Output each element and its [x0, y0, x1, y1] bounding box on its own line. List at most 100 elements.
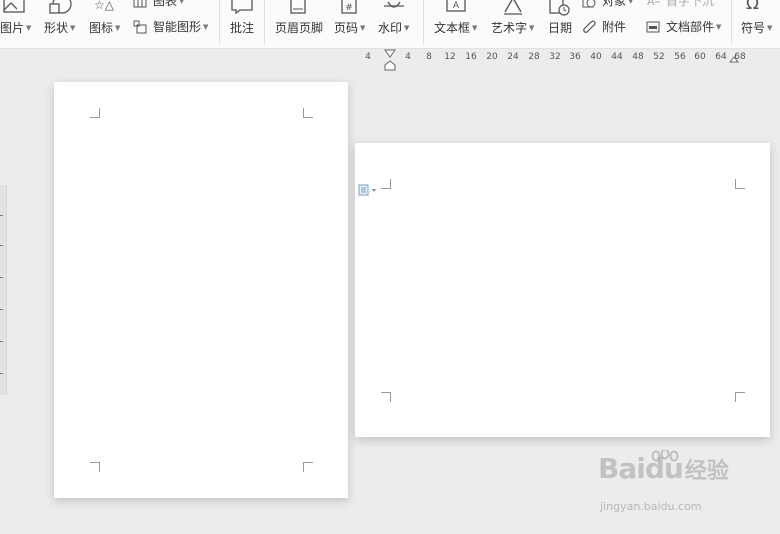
margin-corner-mark: [735, 392, 745, 402]
watermark-button[interactable]: 水印 ▼: [378, 19, 409, 36]
chevron-down-icon: ▼: [472, 23, 478, 32]
drop-cap-icon: A: [647, 0, 660, 8]
divider: [264, 0, 265, 44]
wordart-label: 艺术字: [491, 21, 528, 35]
ruler-tick-label: 60: [694, 52, 706, 62]
divider: [219, 0, 220, 44]
chevron-down-icon: ▼: [70, 23, 76, 32]
wordart-icon: [504, 0, 522, 15]
watermark-label: 水印: [378, 21, 403, 35]
textbox-icon: A: [446, 0, 466, 12]
header-footer-icon: [290, 0, 306, 14]
picture-icon: [3, 0, 25, 13]
indent-marker-icon[interactable]: [384, 49, 396, 71]
object-icon: [582, 0, 596, 7]
chevron-down-icon: ▼: [115, 23, 121, 32]
vertical-ruler[interactable]: [0, 185, 7, 395]
chevron-down-icon: ▼: [404, 23, 410, 32]
page-number-button[interactable]: 页码 ▼: [334, 19, 365, 36]
ruler-tick-label: 36: [569, 52, 581, 62]
doc-parts-label: 文档部件: [666, 20, 715, 34]
ruler-tick-label: 4: [365, 52, 371, 62]
icon-library-icon: ☆△: [94, 0, 114, 12]
paste-options-icon[interactable]: [358, 184, 380, 196]
shape-icon: [49, 0, 72, 14]
chevron-down-icon: ▼: [716, 22, 722, 31]
shape-button[interactable]: 形状 ▼: [44, 19, 75, 36]
margin-corner-mark: [303, 462, 313, 472]
drop-cap-button[interactable]: A 首字下沉: [646, 0, 714, 9]
symbol-button[interactable]: 符号 ▼: [741, 19, 772, 36]
wordart-button[interactable]: 艺术字 ▼: [491, 19, 534, 36]
margin-corner-mark: [381, 392, 391, 402]
watermark-cn: 经验: [684, 459, 729, 484]
header-footer-label: 页眉页脚: [275, 21, 324, 35]
margin-corner-mark: [735, 179, 745, 189]
margin-corner-mark: [90, 462, 100, 472]
ruler-tick-label: 12: [444, 52, 456, 62]
smartart-button[interactable]: 智能图形 ▼: [133, 18, 208, 35]
chevron-down-icon: ▼: [529, 23, 535, 32]
paperclip-icon: [583, 20, 596, 33]
margin-corner-mark: [381, 179, 391, 189]
ruler-tick-label: 24: [507, 52, 519, 62]
chart-button[interactable]: 图表 ▼: [133, 0, 184, 9]
date-button[interactable]: 日期: [548, 19, 572, 36]
divider: [423, 0, 424, 44]
page-number-label: 页码: [334, 21, 359, 35]
divider: [731, 0, 732, 44]
symbol-label: 符号: [741, 21, 766, 35]
chevron-down-icon: ▼: [26, 23, 32, 32]
doc-parts-icon: [646, 21, 660, 32]
document-page-portrait[interactable]: [54, 82, 348, 498]
chevron-down-icon: ▼: [628, 0, 634, 5]
doc-parts-button[interactable]: 文档部件 ▼: [646, 18, 721, 35]
header-footer-button[interactable]: 页眉页脚: [275, 19, 323, 36]
ruler-tick-label: 8: [426, 52, 432, 62]
chevron-down-icon: ▼: [360, 23, 366, 32]
watermark-url: jingyan.baidu.com: [600, 500, 702, 513]
date-label: 日期: [548, 21, 573, 35]
icon-button[interactable]: 图标 ▼: [89, 19, 120, 36]
ruler-tick-label: 28: [528, 52, 540, 62]
shape-label: 形状: [44, 21, 69, 35]
svg-text:A: A: [453, 1, 460, 11]
ruler-tick-label: 16: [465, 52, 477, 62]
picture-button[interactable]: 图片 ▼: [0, 19, 31, 36]
object-label: 对象: [602, 0, 627, 8]
margin-corner-mark: [90, 108, 100, 118]
attachment-label: 附件: [602, 20, 627, 34]
chevron-down-icon: ▼: [179, 0, 185, 5]
ruler-tick-label: 56: [674, 52, 686, 62]
ruler-tick-label: 20: [486, 52, 498, 62]
ruler-tick-label: 32: [549, 52, 561, 62]
ruler-tick-label: 4: [405, 52, 411, 62]
baidu-paw-icon: [651, 450, 679, 462]
object-button[interactable]: 对象 ▼: [582, 0, 633, 9]
right-indent-marker-icon[interactable]: [729, 56, 739, 66]
margin-corner-mark: [303, 108, 313, 118]
horizontal-ruler[interactable]: 4 4 8 12 16 20 24 28 32 36 40 44 48 52 56 60 64 68: [365, 48, 746, 66]
document-page-landscape[interactable]: [355, 143, 770, 437]
ruler-tick-label: 44: [611, 52, 623, 62]
ruler-tick-label: 40: [590, 52, 602, 62]
smartart-label: 智能图形: [153, 20, 202, 34]
symbol-icon: Ω: [746, 0, 759, 14]
icon-label: 图标: [89, 21, 114, 35]
svg-text:#: #: [345, 3, 353, 13]
chevron-down-icon: ▼: [203, 22, 209, 31]
watermark-icon: [384, 1, 404, 8]
chart-label: 图表: [153, 0, 178, 8]
picture-label: 图片: [0, 21, 25, 35]
attachment-button[interactable]: 附件: [582, 18, 626, 35]
ruler-tick-label: 52: [653, 52, 665, 62]
drop-cap-label: 首字下沉: [666, 0, 715, 8]
comment-label: 批注: [230, 21, 255, 35]
svg-text:A: A: [647, 0, 655, 8]
textbox-button[interactable]: 文本框 ▼: [434, 19, 477, 36]
date-icon: [549, 0, 570, 16]
chart-icon: [133, 0, 147, 7]
comment-button[interactable]: 批注: [230, 19, 254, 36]
page-number-icon: #: [341, 0, 357, 14]
textbox-label: 文本框: [434, 21, 471, 35]
